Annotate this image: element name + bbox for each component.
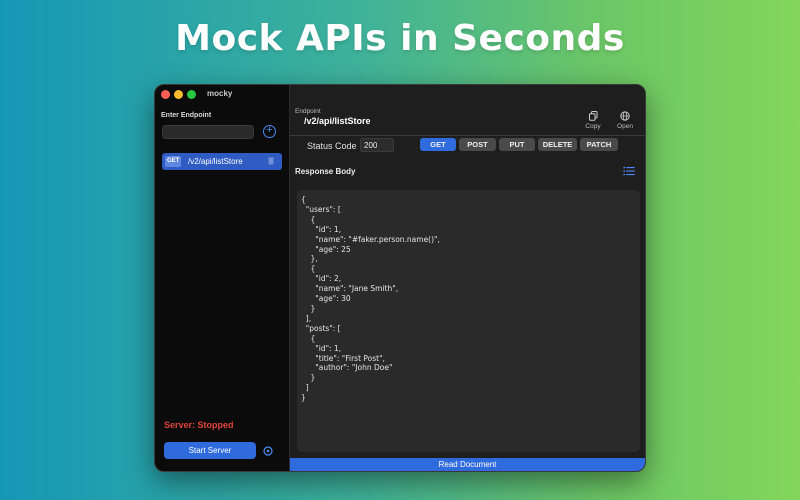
- start-server-button[interactable]: Start Server: [164, 442, 256, 459]
- method-put-button[interactable]: PUT: [499, 138, 535, 151]
- globe-icon: [620, 111, 630, 121]
- titlebar: mocky: [155, 85, 289, 103]
- endpoint-input[interactable]: [162, 125, 254, 139]
- status-code-label: Status Code: [307, 141, 357, 151]
- main-panel: Endpoint /v2/api/listStore Copy Open Sta…: [290, 85, 645, 471]
- settings-icon[interactable]: [263, 446, 273, 456]
- list-icon[interactable]: [623, 166, 635, 176]
- server-status: Server: Stopped: [164, 420, 234, 430]
- copy-button[interactable]: Copy: [580, 111, 606, 130]
- response-body-editor[interactable]: { "users": [ { "id": 1, "name": "#faker.…: [297, 190, 640, 452]
- endpoint-value: /v2/api/listStore: [304, 116, 371, 126]
- copy-icon: [588, 111, 597, 121]
- enter-endpoint-label: Enter Endpoint: [161, 112, 212, 119]
- method-get-button[interactable]: GET: [420, 138, 456, 151]
- method-badge: GET: [165, 156, 182, 167]
- zoom-window-button[interactable]: [187, 90, 196, 99]
- plus-icon: +: [266, 124, 273, 136]
- app-title: mocky: [207, 89, 233, 98]
- header-divider: [290, 135, 645, 136]
- app-window: mocky Enter Endpoint + GET /v2/api/listS…: [154, 84, 646, 472]
- response-body-text: { "users": [ { "id": 1, "name": "#faker.…: [301, 195, 440, 403]
- method-post-button[interactable]: POST: [459, 138, 496, 151]
- open-button[interactable]: Open: [612, 111, 638, 130]
- sidebar: mocky Enter Endpoint + GET /v2/api/listS…: [155, 85, 290, 471]
- endpoint-list-item[interactable]: GET /v2/api/listStore: [162, 153, 282, 170]
- status-code-input[interactable]: [360, 138, 394, 152]
- open-label: Open: [617, 123, 633, 130]
- response-body-label: Response Body: [295, 167, 356, 176]
- headline: Mock APIs in Seconds: [175, 18, 625, 59]
- endpoint-label: Endpoint: [295, 108, 321, 115]
- method-patch-button[interactable]: PATCH: [580, 138, 618, 151]
- endpoint-path: /v2/api/listStore: [188, 157, 243, 166]
- copy-label: Copy: [585, 123, 601, 130]
- add-endpoint-button[interactable]: +: [263, 125, 276, 138]
- minimize-window-button[interactable]: [174, 90, 183, 99]
- close-window-button[interactable]: [161, 90, 170, 99]
- trash-icon[interactable]: [268, 157, 274, 165]
- method-delete-button[interactable]: DELETE: [538, 138, 577, 151]
- read-document-button[interactable]: Read Document: [290, 458, 645, 471]
